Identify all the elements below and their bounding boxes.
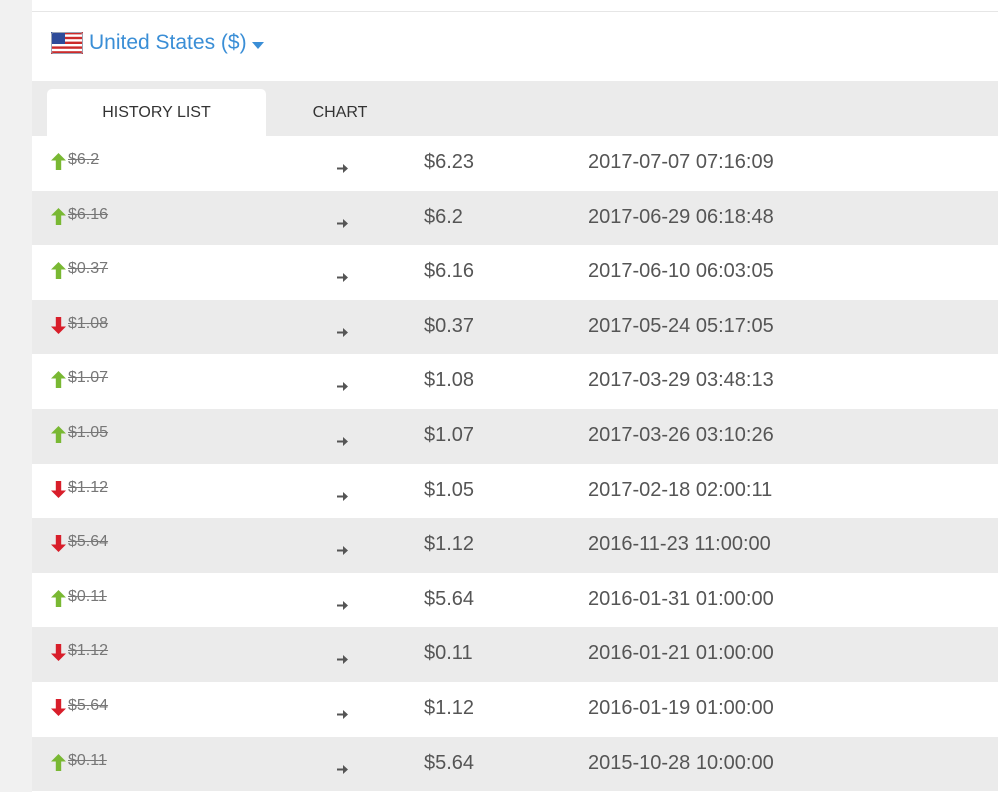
new-price: $1.07 — [424, 423, 475, 446]
arrow-right-icon — [337, 327, 348, 337]
change-date: 2017-02-18 02:00:11 — [588, 478, 773, 501]
old-price: $1.05 — [68, 423, 109, 441]
old-price: $1.07 — [68, 369, 109, 387]
new-price: $1.12 — [424, 696, 475, 719]
arrow-up-icon — [51, 207, 66, 225]
arrow-up-icon — [51, 589, 66, 607]
arrow-right-icon — [337, 709, 348, 719]
arrow-right-icon — [337, 764, 348, 774]
tab-label: CHART — [312, 103, 368, 121]
tab-history-list[interactable]: HISTORY LIST — [47, 89, 266, 136]
arrow-right-icon — [337, 491, 348, 501]
arrow-right-icon — [337, 600, 348, 610]
us-flag-icon — [51, 32, 83, 54]
arrow-down-icon — [51, 316, 66, 334]
chevron-down-icon — [251, 41, 264, 49]
arrow-up-icon — [51, 371, 66, 389]
arrow-up-icon — [51, 153, 66, 170]
history-row: $1.05 $1.07 2017-03-26 03:10:26 — [32, 408, 998, 464]
price-history-panel: United States ($) HISTORY LIST CHART $6.… — [32, 0, 998, 792]
old-price: $6.16 — [68, 205, 109, 223]
change-date: 2016-11-23 11:00:00 — [588, 533, 771, 556]
arrow-down-icon — [51, 644, 66, 662]
arrow-down-icon — [51, 698, 66, 716]
history-row: $1.08 $0.37 2017-05-24 05:17:05 — [32, 299, 998, 355]
arrow-right-icon — [337, 218, 348, 228]
currency-label: United States ($) — [89, 31, 247, 54]
arrow-up-icon — [51, 262, 66, 280]
new-price: $6.23 — [424, 151, 475, 173]
arrow-right-icon — [337, 164, 348, 173]
divider — [32, 11, 998, 12]
change-date: 2017-03-26 03:10:26 — [588, 423, 774, 446]
change-date: 2016-01-21 01:00:00 — [588, 642, 774, 665]
arrow-right-icon — [337, 546, 348, 556]
history-row: $1.12 $1.05 2017-02-18 02:00:11 — [32, 464, 998, 519]
arrow-down-icon — [51, 480, 66, 498]
arrow-down-icon — [51, 535, 66, 553]
history-row: $0.11 $5.64 2015-10-28 10:00:00 — [32, 736, 998, 792]
old-price: $6.2 — [68, 151, 100, 168]
old-price: $5.64 — [68, 533, 109, 551]
old-price: $1.12 — [68, 642, 109, 660]
history-row: $1.07 $1.08 2017-03-29 03:48:13 — [32, 354, 998, 409]
old-price: $0.37 — [68, 260, 109, 278]
change-date: 2017-06-29 06:18:48 — [588, 205, 774, 228]
new-price: $5.64 — [424, 751, 475, 774]
new-price: $1.08 — [424, 369, 475, 392]
history-row: $1.12 $0.11 2016-01-21 01:00:00 — [32, 627, 998, 682]
history-row: $6.2 $6.23 2017-07-07 07:16:09 — [32, 136, 998, 191]
currency-selector[interactable]: United States ($) — [51, 30, 264, 56]
history-row: $6.16 $6.2 2017-06-29 06:18:48 — [32, 190, 998, 246]
old-price: $5.64 — [68, 696, 109, 714]
new-price: $1.12 — [424, 533, 475, 556]
history-row: $0.11 $5.64 2016-01-31 01:00:00 — [32, 573, 998, 628]
tab-label: HISTORY LIST — [102, 103, 211, 121]
new-price: $0.11 — [424, 642, 473, 665]
arrow-up-icon — [51, 753, 66, 771]
new-price: $6.16 — [424, 260, 475, 283]
old-price: $1.12 — [68, 478, 109, 496]
tab-bar: HISTORY LIST CHART — [32, 81, 998, 136]
change-date: 2017-05-24 05:17:05 — [588, 314, 774, 337]
new-price: $1.05 — [424, 478, 475, 501]
arrow-right-icon — [337, 382, 348, 392]
history-row: $0.37 $6.16 2017-06-10 06:03:05 — [32, 245, 998, 300]
arrow-right-icon — [337, 436, 348, 446]
new-price: $0.37 — [424, 314, 475, 337]
change-date: 2017-06-10 06:03:05 — [588, 260, 774, 283]
change-date: 2016-01-19 01:00:00 — [588, 696, 774, 719]
change-date: 2015-10-28 10:00:00 — [588, 751, 774, 774]
change-date: 2017-03-29 03:48:13 — [588, 369, 774, 392]
arrow-right-icon — [337, 655, 348, 665]
history-row: $5.64 $1.12 2016-11-23 11:00:00 — [32, 518, 998, 573]
history-list: $6.2 $6.23 2017-07-07 07:16:09 $6.16 $6.2 201… — [32, 136, 998, 792]
tab-chart[interactable]: CHART — [278, 89, 402, 136]
history-row: $5.64 $1.12 2016-01-19 01:00:00 — [32, 682, 998, 737]
arrow-right-icon — [337, 273, 348, 283]
new-price: $6.2 — [424, 205, 463, 228]
arrow-up-icon — [51, 425, 66, 443]
change-date: 2017-07-07 07:16:09 — [588, 151, 774, 173]
change-date: 2016-01-31 01:00:00 — [588, 587, 774, 610]
old-price: $1.08 — [68, 314, 109, 332]
old-price: $0.11 — [68, 751, 107, 769]
new-price: $5.64 — [424, 587, 475, 610]
old-price: $0.11 — [68, 587, 107, 605]
